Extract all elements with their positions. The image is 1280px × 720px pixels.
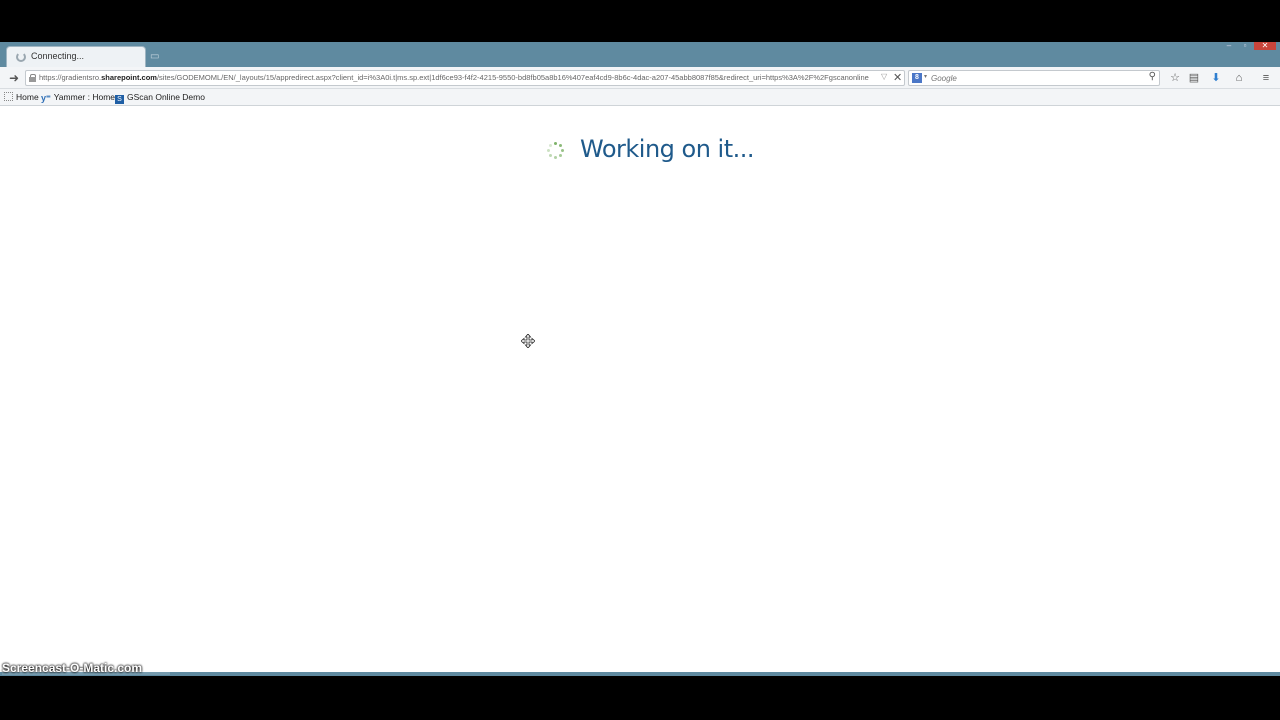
stop-loading-icon[interactable]: ✕ [893,71,902,84]
back-arrow-icon[interactable]: ➜ [6,70,22,86]
menu-hamburger-icon[interactable]: ≡ [1258,70,1274,86]
window-controls: – ▫ ✕ [1222,42,1276,52]
sharepoint-icon: S [115,95,124,104]
loading-throbber-icon [16,52,26,62]
move-cursor-icon [521,334,535,348]
bookmark-label: GScan Online Demo [127,92,205,102]
bookmark-yammer[interactable]: y⁼ Yammer : Home [41,92,116,103]
bookmark-label: Home [16,92,39,102]
minimize-icon[interactable]: – [1222,42,1236,50]
home-icon[interactable]: ⌂ [1231,70,1247,86]
lock-icon [29,74,37,82]
search-magnifier-icon[interactable]: ⚲ [1149,71,1156,82]
bookmarks-toolbar: Home y⁼ Yammer : Home S GScan Online Demo [0,89,1280,106]
close-window-icon[interactable]: ✕ [1254,42,1276,50]
bookmark-gscan[interactable]: S GScan Online Demo [115,92,205,104]
new-tab-button[interactable]: ▭ [150,51,170,63]
tab-active[interactable]: Connecting... [6,46,146,67]
bookmark-home[interactable]: Home [4,92,39,102]
navigation-toolbar: ➜ https://gradientsro.sharepoint.com/sit… [0,67,1280,89]
url-text[interactable]: https://gradientsro.sharepoint.com/sites… [39,73,869,82]
search-bar[interactable]: 8 ▾ ⚲ [908,70,1160,86]
google-engine-icon[interactable]: 8 [912,73,922,83]
window-bottom-border [0,672,1280,676]
downloads-icon[interactable]: ⬇ [1208,70,1224,86]
engine-dropdown-icon[interactable]: ▾ [924,73,927,80]
tab-strip: Connecting... ▭ – ▫ ✕ [0,42,1280,67]
status-message: Working on it... [580,135,755,163]
bookmarks-menu-icon[interactable]: ▤ [1186,70,1202,86]
recording-watermark: Screencast-O-Matic.com [2,661,171,675]
history-dropdown-icon[interactable]: ▽ [881,72,887,81]
tab-label: Connecting... [31,51,85,61]
address-bar[interactable]: https://gradientsro.sharepoint.com/sites… [25,70,905,86]
browser-window: Connecting... ▭ – ▫ ✕ ➜ https://gradient… [0,42,1280,676]
page-icon [4,92,13,101]
search-input[interactable] [931,72,1131,85]
yammer-icon: y⁼ [41,93,51,103]
maximize-icon[interactable]: ▫ [1238,42,1252,50]
bookmark-star-icon[interactable]: ☆ [1167,70,1183,86]
page-content: Working on it... [0,107,1280,676]
bookmark-label: Yammer : Home [53,92,116,102]
loading-spinner-icon [547,142,565,160]
